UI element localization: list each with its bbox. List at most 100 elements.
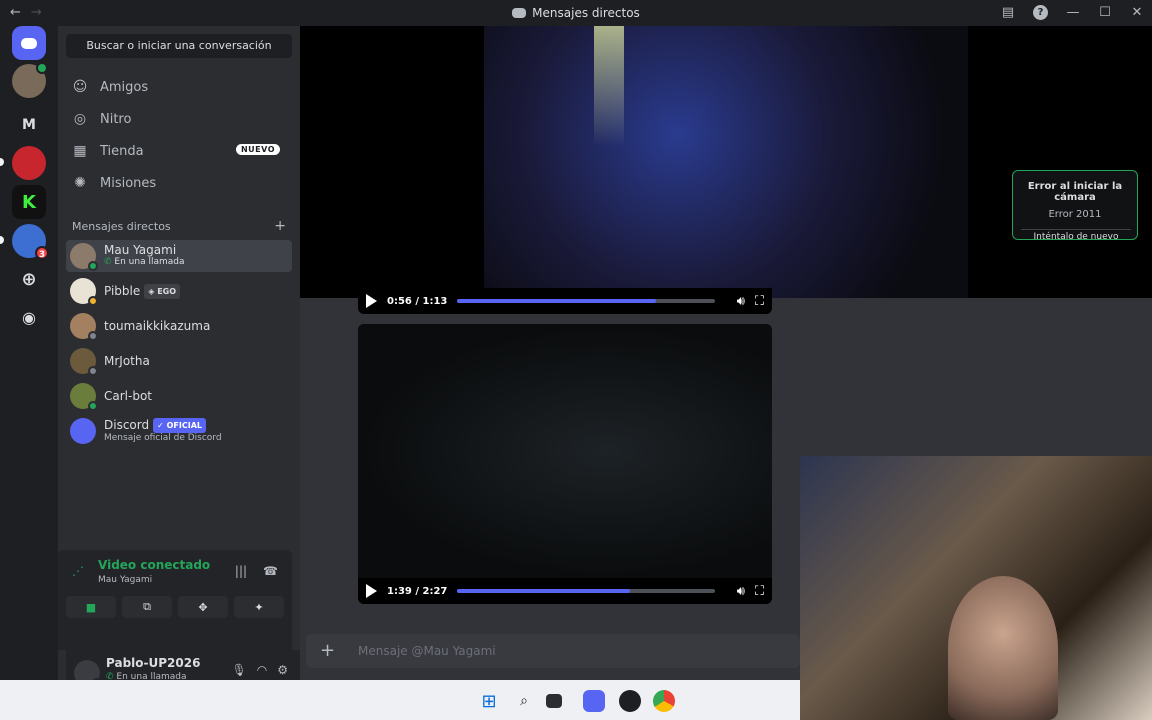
search-icon[interactable]: ⌕	[513, 690, 535, 712]
app-window: ← → Mensajes directos ▤ ? — ☐ ✕ M K 3 ⊕ …	[0, 0, 1152, 720]
attach-plus-icon[interactable]: +	[320, 640, 335, 661]
soundboard-icon: ✦	[254, 600, 264, 614]
k-logo-icon: K	[22, 191, 36, 213]
settings-gear-icon[interactable]: ⚙	[277, 663, 288, 677]
error-code: Error 2011	[1048, 209, 1102, 220]
retry-button[interactable]: Inténtalo de nuevo	[1021, 229, 1131, 242]
headphones-icon[interactable]: ◠	[257, 663, 267, 677]
nitro-icon: ◎	[73, 111, 87, 127]
nav-item-quests[interactable]: ✺ Misiones	[66, 168, 292, 198]
mention-badge: 3	[35, 246, 49, 260]
discord-logo-icon	[70, 418, 96, 444]
volume-icon[interactable]: 🔊︎	[737, 584, 745, 599]
title-bar: ← → Mensajes directos ▤ ? — ☐ ✕	[0, 0, 1152, 26]
plus-icon: ⊕	[21, 268, 37, 290]
new-badge: NUEVO	[235, 144, 280, 155]
minimize-button[interactable]: —	[1066, 4, 1080, 20]
search-input[interactable]: Buscar o iniciar una conversación	[66, 34, 292, 58]
voice-status[interactable]: Video conectado	[98, 558, 210, 572]
fullscreen-icon[interactable]: ⛶	[755, 294, 764, 309]
video-frame[interactable]	[358, 324, 772, 578]
explore-button[interactable]: ◉	[12, 300, 46, 334]
streamer-webcam-overlay	[800, 456, 1152, 720]
soundboard-button[interactable]: ✦	[234, 596, 284, 618]
noise-suppression-icon[interactable]: |||	[235, 564, 247, 578]
start-icon[interactable]: ⊞	[478, 690, 500, 712]
remote-video-feed[interactable]	[484, 26, 968, 298]
maximize-button[interactable]: ☐	[1098, 4, 1112, 20]
app-taskbar-icon[interactable]	[619, 690, 641, 712]
avatar	[70, 383, 98, 411]
dm-item-carl-bot[interactable]: Carl-bot	[66, 380, 292, 412]
seek-bar[interactable]	[457, 589, 715, 593]
discord-logo-icon	[512, 8, 527, 18]
video-player-1: 0:56 / 1:13 🔊︎ ⛶	[358, 288, 772, 314]
badge-server-icon[interactable]: 3	[12, 224, 49, 260]
home-button[interactable]	[12, 26, 46, 60]
dm-name: Mau Yagami	[104, 243, 177, 257]
phone-icon: ✆	[104, 257, 115, 267]
dm-status-text: En una llamada	[114, 257, 185, 267]
call-stage: Error al iniciar la cámara Error 2011 In…	[300, 26, 1152, 298]
message-input[interactable]: Mensaje @Mau Yagami	[358, 644, 496, 658]
dm-name: Carl-bot	[104, 388, 152, 403]
green-server-icon[interactable]: K	[12, 185, 46, 219]
add-server-button[interactable]: ⊕	[12, 262, 46, 296]
nav-label: Nitro	[100, 111, 132, 127]
volume-icon[interactable]: 🔊︎	[737, 294, 745, 309]
disconnect-icon[interactable]: ☎	[263, 564, 278, 578]
ego-tag: ◈ EGO	[144, 283, 181, 299]
dm-header-label: Mensajes directos	[72, 220, 171, 233]
user-name: Pablo-UP2026	[106, 656, 201, 670]
window-title-text: Mensajes directos	[532, 6, 640, 20]
chrome-icon[interactable]	[653, 690, 675, 712]
m-server-icon[interactable]: M	[12, 108, 46, 142]
create-dm-icon[interactable]: +	[274, 218, 286, 234]
voice-channel[interactable]: Mau Yagami	[98, 575, 152, 585]
video-time: 0:56 / 1:13	[387, 295, 448, 307]
os-taskbar: ⊞ ⌕	[0, 680, 800, 720]
dm-item-discord[interactable]: Discord ✓ OFICIAL Mensaje oficial de Disc…	[66, 415, 292, 447]
official-tag: ✓ OFICIAL	[153, 418, 206, 433]
dm-item-toumaikkikazuma[interactable]: toumaikkikazuma	[66, 310, 292, 342]
status-dot	[88, 261, 98, 271]
server-rail: M K 3 ⊕ ◉	[0, 26, 58, 680]
nav-label: Amigos	[100, 79, 149, 95]
dm-item-mau-yagami[interactable]: Mau Yagami ✆ En una llamada	[66, 240, 292, 272]
avatar	[70, 348, 98, 376]
play-icon[interactable]	[366, 584, 377, 598]
help-icon[interactable]: ?	[1033, 4, 1048, 20]
fullscreen-icon[interactable]: ⛶	[755, 584, 764, 599]
dm-subtitle: Mensaje oficial de Discord	[104, 433, 222, 443]
discord-taskbar-icon[interactable]	[583, 690, 605, 712]
seek-fill	[457, 589, 630, 593]
compass-icon: ◉	[22, 307, 36, 327]
nav-item-friends[interactable]: ☺ Amigos	[66, 72, 292, 102]
dm-name: Discord	[104, 418, 150, 432]
status-dot	[88, 296, 98, 306]
discord-logo-icon	[21, 37, 37, 49]
play-icon[interactable]	[366, 294, 377, 308]
screen-share-button[interactable]: ⧉	[122, 596, 172, 618]
shop-icon: ▦	[73, 143, 87, 159]
dm-name: toumaikkikazuma	[104, 318, 211, 333]
microphone-icon[interactable]: 🎙︎	[232, 663, 247, 677]
activities-button[interactable]: ✥	[178, 596, 228, 618]
inbox-icon[interactable]: ▤	[1001, 4, 1015, 20]
activities-icon: ✥	[198, 600, 208, 614]
close-button[interactable]: ✕	[1130, 4, 1144, 20]
nav-item-shop[interactable]: ▦ Tienda NUEVO	[66, 136, 292, 166]
tag-text: OFICIAL	[166, 421, 202, 430]
camera-button[interactable]: ■	[66, 596, 116, 618]
unread-pill	[0, 158, 4, 166]
dm-item-mrjotha[interactable]: MrJotha	[66, 345, 292, 377]
red-server-icon[interactable]	[12, 146, 46, 180]
file-explorer-icon[interactable]	[546, 694, 562, 708]
dm-avatar-server[interactable]	[12, 62, 48, 98]
dm-item-pibble[interactable]: Pibble ◈ EGO	[66, 275, 292, 307]
avatar	[70, 278, 98, 306]
person-silhouette	[948, 576, 1058, 720]
nav-item-nitro[interactable]: ◎ Nitro	[66, 104, 292, 134]
seek-bar[interactable]	[457, 299, 715, 303]
message-composer[interactable]: + Mensaje @Mau Yagami	[306, 634, 800, 668]
